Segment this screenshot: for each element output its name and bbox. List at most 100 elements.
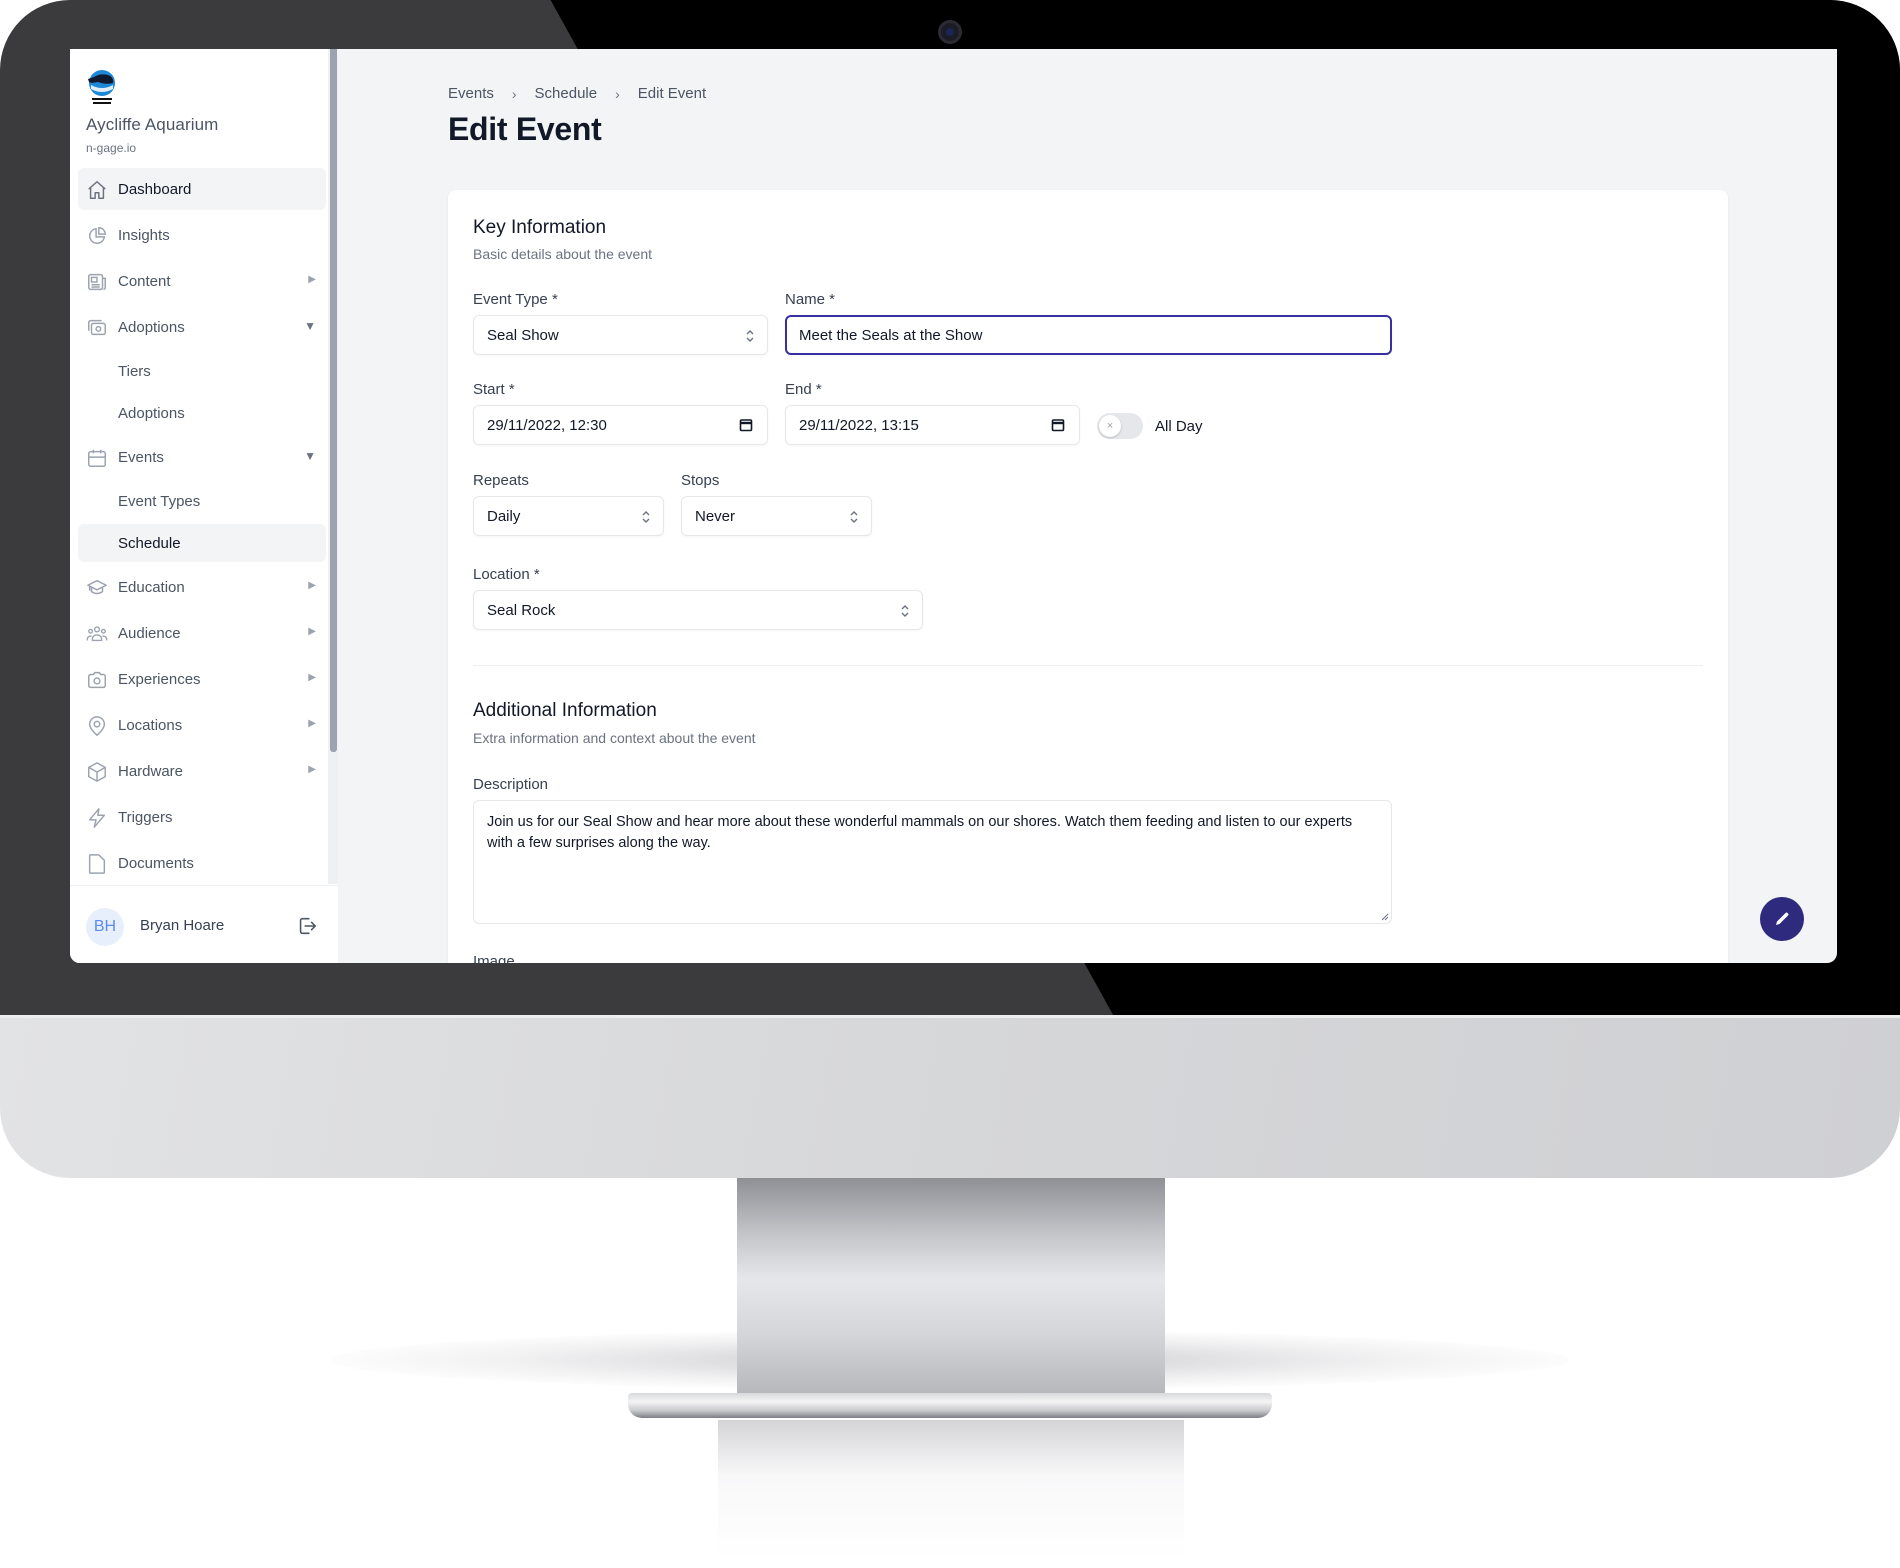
- app-screen: Aycliffe Aquarium n-gage.io Dashboard In…: [70, 49, 1837, 963]
- sidebar-item-label: Insights: [118, 226, 170, 244]
- monitor-chin: [0, 1015, 1900, 1178]
- bolt-icon: [88, 808, 106, 828]
- location-value: Seal Rock: [487, 601, 556, 619]
- calendar-icon: [88, 449, 106, 467]
- calendar-picker-icon[interactable]: [739, 418, 753, 432]
- chevron-right-icon: ▶: [308, 274, 316, 285]
- monitor-stand-neck: [737, 1178, 1165, 1403]
- sidebar-item-label: Content: [118, 272, 171, 290]
- sidebar-item-content[interactable]: Content ▶: [78, 260, 326, 302]
- chevron-right-icon: ▶: [308, 626, 316, 637]
- sidebar-item-triggers[interactable]: Triggers: [78, 796, 326, 838]
- home-icon: [88, 181, 106, 199]
- webcam-icon: [938, 20, 962, 44]
- sidebar-subitem-event-types[interactable]: Event Types: [78, 482, 326, 520]
- sidebar-item-label: Experiences: [118, 670, 201, 688]
- sidebar-item-events[interactable]: Events ▼: [78, 436, 326, 478]
- sidebar-item-education[interactable]: Education ▶: [78, 566, 326, 608]
- sidebar-subitem-schedule[interactable]: Schedule: [78, 524, 326, 562]
- sidebar-item-dashboard[interactable]: Dashboard: [78, 168, 326, 210]
- sidebar: Aycliffe Aquarium n-gage.io Dashboard In…: [70, 49, 338, 963]
- chevron-right-icon: ›: [511, 85, 517, 102]
- chart-pie-icon: [89, 227, 106, 244]
- sidebar-item-label: Audience: [118, 624, 181, 642]
- sidebar-item-label: Documents: [118, 854, 194, 872]
- user-name[interactable]: Bryan Hoare: [140, 917, 224, 934]
- sidebar-item-label: Hardware: [118, 762, 184, 780]
- location-select[interactable]: Seal Rock: [473, 590, 923, 630]
- org-domain: n-gage.io: [86, 141, 137, 155]
- image-label: Image: [473, 953, 515, 963]
- logout-icon[interactable]: [296, 915, 318, 937]
- map-pin-icon: [88, 716, 106, 737]
- sidebar-item-label: Triggers: [118, 808, 173, 826]
- sidebar-item-adoptions[interactable]: Adoptions ▼: [78, 306, 326, 348]
- chevron-right-icon: ▶: [308, 718, 316, 729]
- breadcrumb-schedule[interactable]: Schedule: [535, 85, 598, 102]
- breadcrumb-events[interactable]: Events: [448, 85, 494, 102]
- chevron-right-icon: ▶: [308, 580, 316, 591]
- calendar-picker-icon[interactable]: [1051, 418, 1065, 432]
- location-label: Location *: [473, 566, 540, 583]
- event-type-label: Event Type *: [473, 291, 558, 308]
- sidebar-item-hardware[interactable]: Hardware ▶: [78, 750, 326, 792]
- main-content: Events › Schedule › Edit Event Edit Even…: [338, 49, 1837, 963]
- sidebar-item-audience[interactable]: Audience ▶: [78, 612, 326, 654]
- event-type-value: Seal Show: [487, 326, 559, 344]
- sidebar-item-label: Locations: [118, 716, 183, 734]
- pencil-icon: [1776, 912, 1789, 925]
- start-datetime-input[interactable]: 29/11/2022, 12:30: [473, 405, 768, 445]
- chevron-right-icon: ▶: [308, 672, 316, 683]
- breadcrumb-edit-event: Edit Event: [637, 85, 707, 102]
- sidebar-nav: Dashboard Insights Content ▶ Adoptions ▼…: [78, 168, 326, 888]
- chevron-right-icon: ›: [615, 85, 620, 102]
- end-datetime-input[interactable]: 29/11/2022, 13:15: [785, 405, 1080, 445]
- select-arrows-icon: [642, 511, 650, 523]
- stops-select[interactable]: Never: [681, 496, 872, 536]
- sidebar-scrollbar-thumb[interactable]: [330, 49, 337, 752]
- edit-event-form: Key Information Basic details about the …: [448, 190, 1728, 963]
- section-subtitle-additional-information: Extra information and context about the …: [473, 730, 756, 746]
- user-profile: BH Bryan Hoare: [70, 885, 338, 963]
- brand: Aycliffe Aquarium n-gage.io: [86, 69, 218, 155]
- name-label: Name *: [785, 291, 836, 308]
- repeats-label: Repeats: [473, 472, 529, 489]
- description-textarea[interactable]: Join us for our Seal Show and hear more …: [473, 800, 1392, 924]
- sidebar-item-label: Education: [118, 578, 185, 596]
- document-icon: [88, 854, 106, 874]
- photo-stack-icon: [88, 319, 106, 336]
- edit-fab-button[interactable]: [1760, 897, 1804, 941]
- name-value: Meet the Seals at the Show: [799, 326, 983, 344]
- sidebar-item-experiences[interactable]: Experiences ▶: [78, 658, 326, 700]
- sidebar-subitem-tiers[interactable]: Tiers: [78, 352, 326, 390]
- newspaper-icon: [88, 273, 106, 291]
- aquarium-logo-icon: [86, 69, 118, 107]
- select-arrows-icon: [850, 511, 858, 523]
- avatar[interactable]: BH: [86, 908, 124, 946]
- name-input[interactable]: Meet the Seals at the Show: [785, 315, 1392, 355]
- sidebar-item-label: Adoptions: [118, 318, 185, 336]
- cube-icon: [88, 762, 106, 782]
- select-arrows-icon: [901, 605, 909, 617]
- chevron-down-icon: ▼: [304, 449, 316, 463]
- all-day-toggle[interactable]: ×: [1097, 413, 1143, 439]
- stand-reflection: [718, 1420, 1184, 1560]
- event-type-select[interactable]: Seal Show: [473, 315, 768, 355]
- sidebar-item-insights[interactable]: Insights: [78, 214, 326, 256]
- resize-handle-icon[interactable]: [1379, 911, 1389, 921]
- sidebar-item-label: Dashboard: [118, 180, 192, 198]
- sidebar-item-locations[interactable]: Locations ▶: [78, 704, 326, 746]
- sidebar-item-documents[interactable]: Documents: [78, 842, 326, 884]
- academic-cap-icon: [87, 579, 107, 595]
- description-label: Description: [473, 776, 549, 793]
- sidebar-subitem-adoptions[interactable]: Adoptions: [78, 394, 326, 432]
- start-label: Start *: [473, 381, 515, 398]
- section-title-additional-information: Additional Information: [473, 700, 657, 721]
- chevron-right-icon: ▶: [308, 764, 316, 775]
- page-title: Edit Event: [448, 111, 602, 147]
- repeats-value: Daily: [487, 507, 521, 525]
- close-icon: ×: [1099, 415, 1121, 437]
- camera-icon: [88, 671, 106, 689]
- repeats-select[interactable]: Daily: [473, 496, 664, 536]
- section-divider: [473, 665, 1703, 666]
